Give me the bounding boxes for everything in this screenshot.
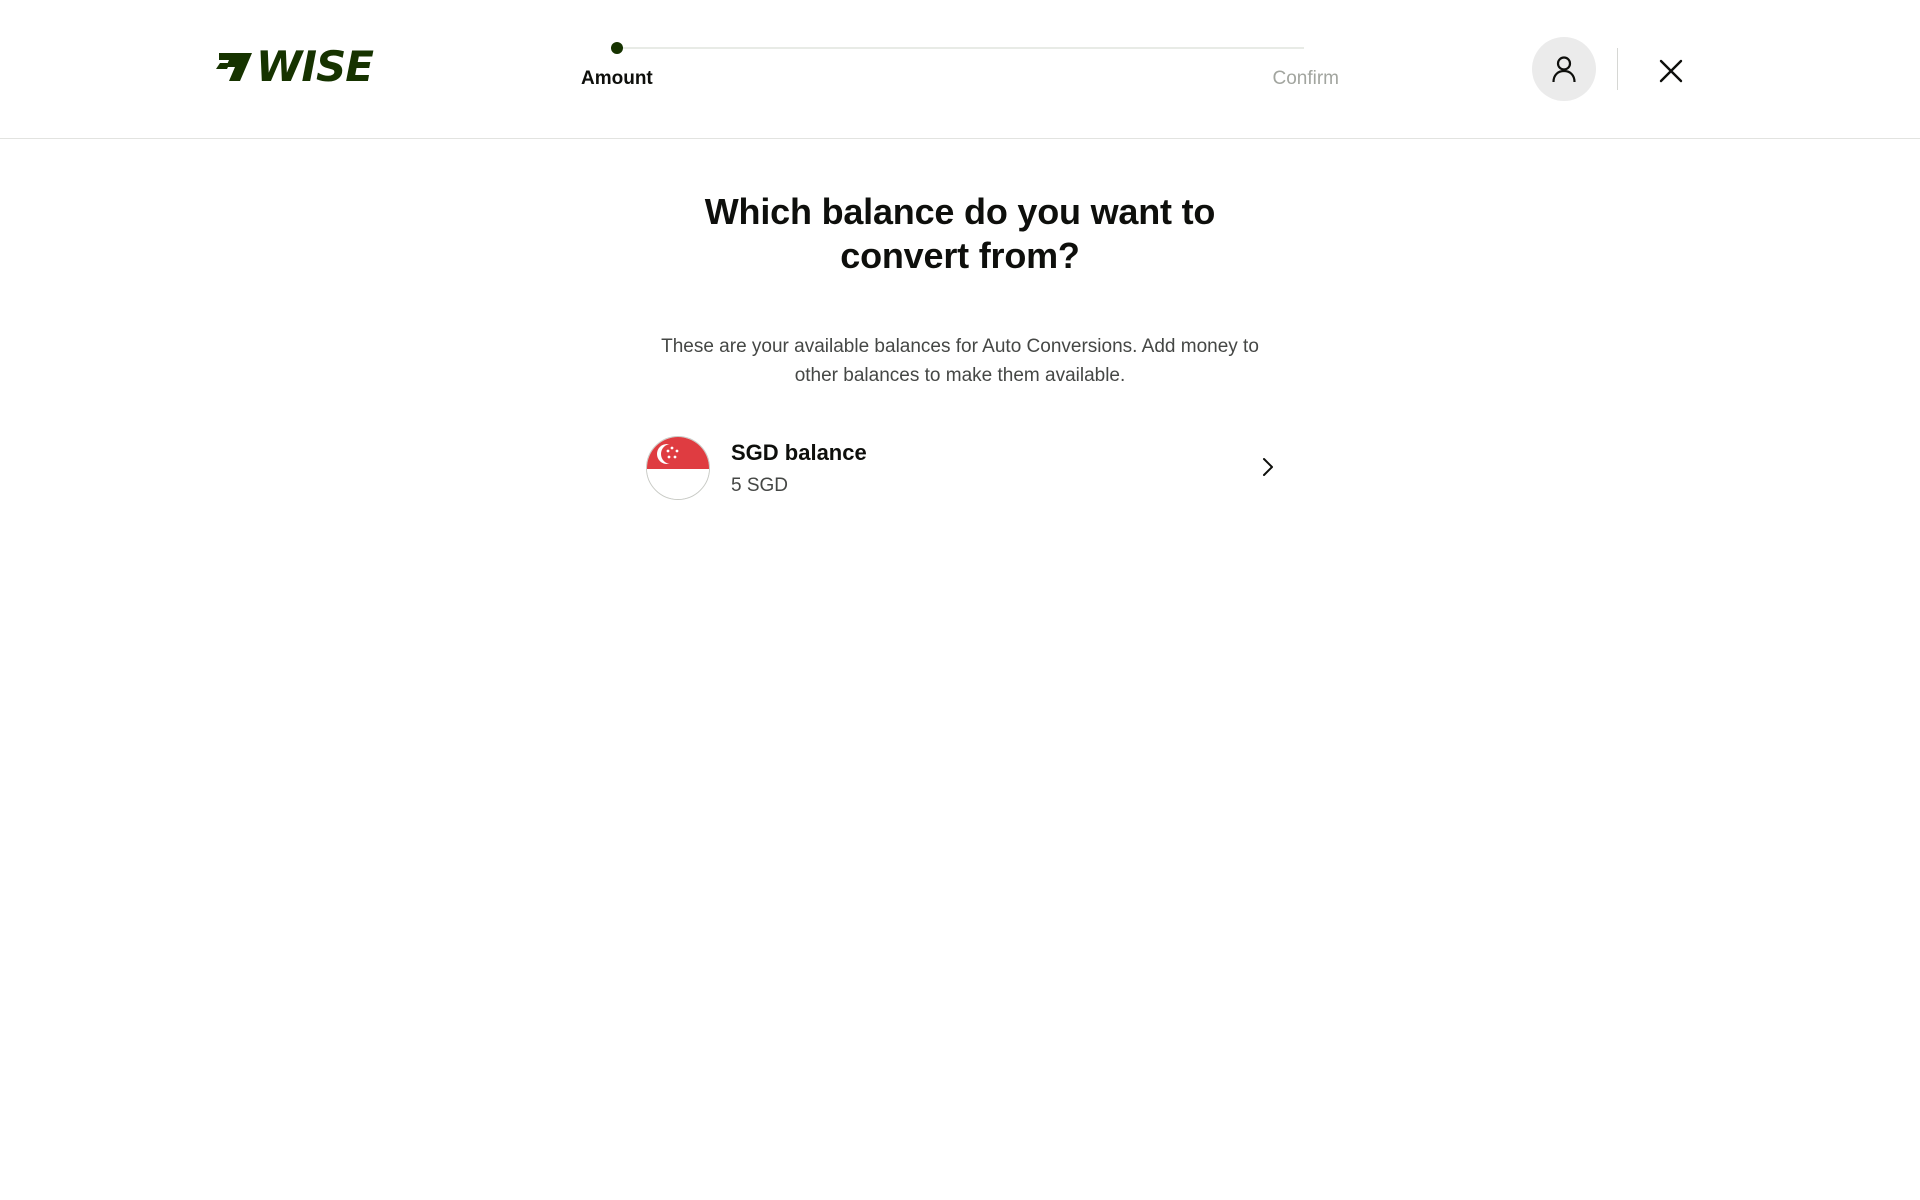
- user-icon: [1552, 56, 1576, 83]
- wise-logo[interactable]: WISE: [216, 42, 374, 91]
- wise-logo-text: WISE: [256, 42, 374, 91]
- close-icon: [1659, 59, 1683, 83]
- page-title: Which balance do you want to convert fro…: [704, 191, 1216, 276]
- top-bar: WISE Amount Confirm: [0, 0, 1920, 139]
- page-subtitle: These are your available balances for Au…: [661, 336, 1259, 386]
- chevron-right-icon: [1256, 455, 1280, 479]
- balance-name: SGD balance: [731, 440, 867, 465]
- step-confirm: Confirm: [1272, 68, 1339, 89]
- close-button[interactable]: [1652, 52, 1690, 90]
- header-divider: [1617, 48, 1618, 90]
- stepper-track: [616, 47, 1304, 49]
- balance-item-sgd[interactable]: SGD balance 5 SGD: [640, 435, 1280, 501]
- wise-flag-icon: [216, 53, 252, 81]
- balance-text: SGD balance 5 SGD: [731, 439, 867, 497]
- profile-button[interactable]: [1532, 37, 1596, 101]
- progress-stepper: Amount Confirm: [581, 40, 1339, 100]
- balance-amount: 5 SGD: [731, 475, 789, 496]
- step-amount: Amount: [581, 68, 653, 89]
- stepper-current-dot: [611, 42, 623, 54]
- singapore-flag-icon: [646, 436, 710, 500]
- main-content: Which balance do you want to convert fro…: [640, 190, 1280, 501]
